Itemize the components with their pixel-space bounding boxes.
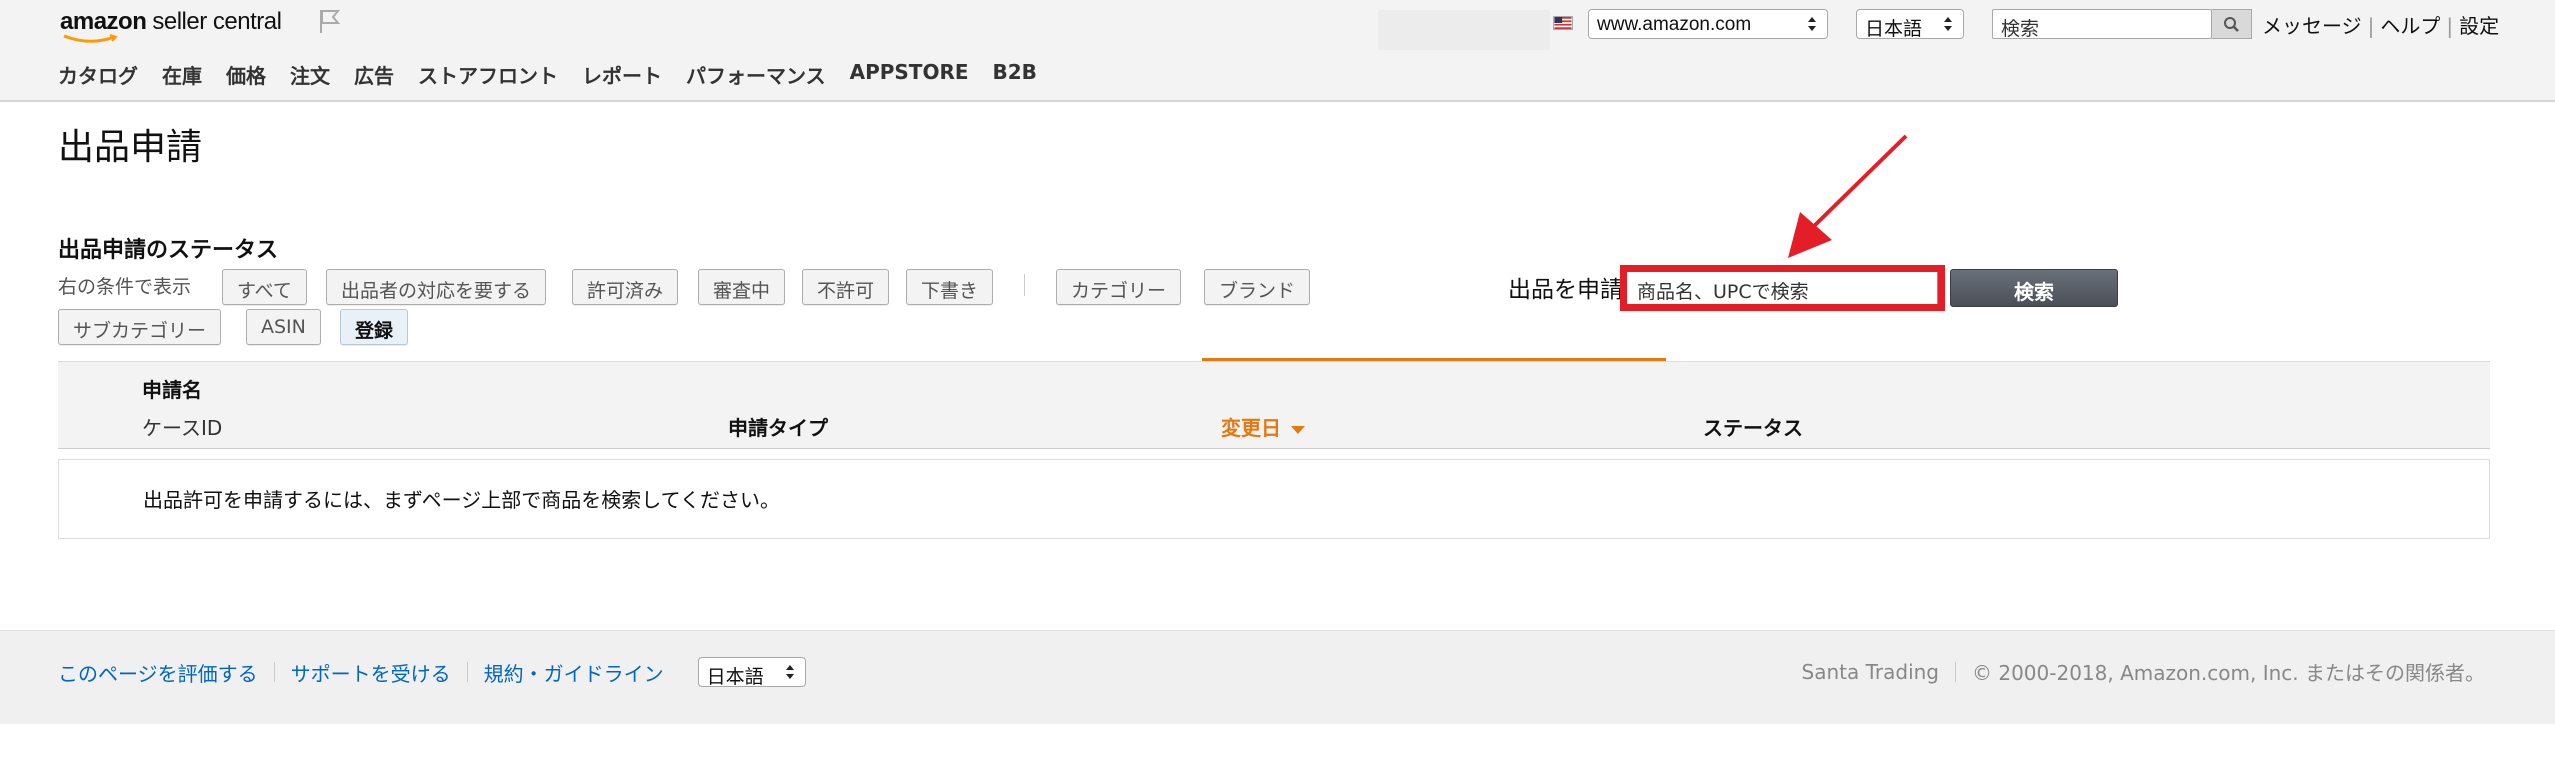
logo-amazon-text: amazon — [60, 8, 147, 35]
header-search-input[interactable]: 検索 — [1992, 9, 2212, 40]
language-value: 日本語 — [1865, 19, 1923, 40]
footer-link-rate-page[interactable]: このページを評価する — [58, 658, 258, 687]
filter-label: 右の条件で表示 — [58, 276, 192, 298]
footer-separator — [273, 662, 275, 682]
settings-link[interactable]: 設定 — [2459, 14, 2499, 38]
nav-item-orders[interactable]: 注文 — [290, 60, 330, 89]
nav-item-pricing[interactable]: 価格 — [226, 60, 266, 89]
status-section-title: 出品申請のステータス — [58, 238, 279, 263]
select-arrows-icon — [785, 665, 794, 679]
filter-draft-button[interactable]: 下書き — [906, 269, 994, 305]
nav-item-storefront[interactable]: ストアフロント — [418, 60, 558, 89]
footer: このページを評価する サポートを受ける 規約・ガイドライン 日本語 Santa … — [0, 630, 2555, 724]
empty-table-message: 出品許可を申請するには、まずページ上部で商品を検索してください。 — [143, 488, 780, 512]
nav-item-reports[interactable]: レポート — [582, 60, 662, 89]
footer-language-value: 日本語 — [706, 667, 764, 688]
column-header-modified-date[interactable]: 変更日 — [1221, 412, 1305, 441]
column-header-request-type[interactable]: 申請タイプ — [728, 412, 828, 441]
sort-caret-down-icon — [1291, 425, 1305, 434]
footer-link-policies[interactable]: 規約・ガイドライン — [484, 658, 664, 687]
help-link[interactable]: ヘルプ — [2380, 14, 2440, 38]
column-header-request-name[interactable]: 申請名 — [142, 374, 202, 403]
us-flag-icon — [1553, 16, 1573, 30]
flag-icon[interactable] — [318, 8, 340, 34]
marketplace-value: www.amazon.com — [1597, 14, 1752, 35]
filter-subcategory-button[interactable]: サブカテゴリー — [58, 309, 222, 345]
footer-right: Santa Trading © 2000-2018, Amazon.com, I… — [1802, 657, 2485, 686]
footer-links: このページを評価する サポートを受ける 規約・ガイドライン 日本語 — [58, 657, 806, 688]
header: amazon seller central www.amazon.com 日本語… — [0, 0, 2555, 102]
filter-brand-button[interactable]: ブランド — [1204, 269, 1311, 305]
footer-separator — [466, 662, 468, 682]
header-search-placeholder: 検索 — [2001, 18, 2040, 40]
copyright-text: © 2000-2018, Amazon.com, Inc. またはその関係者。 — [1972, 661, 2485, 685]
amazon-smile-icon — [63, 34, 118, 43]
top-links: メッセージ | ヘルプ | 設定 — [2262, 10, 2499, 39]
apply-search-placeholder: 商品名、UPCで検索 — [1637, 281, 1809, 303]
seller-central-logo[interactable]: amazon seller central — [60, 8, 282, 44]
apply-search-input[interactable]: 商品名、UPCで検索 — [1624, 270, 1938, 306]
language-select[interactable]: 日本語 — [1856, 9, 1964, 40]
filter-under-review-button[interactable]: 審査中 — [698, 269, 786, 305]
filter-asin-button[interactable]: ASIN — [246, 309, 321, 345]
marketplace-select[interactable]: www.amazon.com — [1588, 9, 1828, 39]
select-arrows-icon — [1944, 17, 1952, 31]
modified-date-label: 変更日 — [1221, 416, 1281, 440]
apply-search-button[interactable]: 検索 — [1950, 269, 2118, 307]
main-nav: カタログ 在庫 価格 注文 広告 ストアフロント レポート パフォーマンス AP… — [58, 60, 1061, 89]
footer-language-select[interactable]: 日本語 — [697, 657, 806, 688]
column-header-status[interactable]: ステータス — [1703, 412, 1803, 441]
messages-link[interactable]: メッセージ — [2262, 14, 2362, 38]
footer-separator — [1955, 661, 1956, 682]
nav-item-inventory[interactable]: 在庫 — [162, 60, 202, 89]
store-name: Santa Trading — [1801, 659, 1939, 684]
search-icon — [2224, 17, 2239, 32]
table-body: 出品許可を申請するには、まずページ上部で商品を検索してください。 — [58, 459, 2490, 539]
table-header: 申請名 ケースID 申請タイプ 変更日 ステータス — [58, 361, 2490, 449]
top-link-separator: | — [2367, 14, 2375, 38]
filter-action-required-button[interactable]: 出品者の対応を要する — [326, 269, 547, 305]
page-title: 出品申請 — [58, 127, 203, 168]
nav-item-appstore[interactable]: APPSTORE — [850, 60, 969, 89]
filter-approved-button[interactable]: 許可済み — [572, 269, 679, 305]
filter-category-button[interactable]: カテゴリー — [1056, 269, 1182, 305]
header-placeholder — [1378, 10, 1550, 50]
header-search-button[interactable] — [2212, 9, 2252, 39]
nav-item-b2b[interactable]: B2B — [993, 60, 1037, 89]
select-arrows-icon — [1808, 17, 1816, 31]
filter-separator — [1024, 274, 1025, 296]
nav-item-performance[interactable]: パフォーマンス — [686, 60, 826, 89]
filter-all-button[interactable]: すべて — [222, 269, 307, 305]
footer-link-get-support[interactable]: サポートを受ける — [291, 658, 451, 687]
logo-seller-central-text: seller central — [152, 8, 282, 35]
apply-label: 出品を申請 — [1508, 277, 1623, 303]
filter-registered-button[interactable]: 登録 — [340, 309, 409, 345]
annotation-arrow-icon — [1788, 134, 1908, 258]
filter-denied-button[interactable]: 不許可 — [802, 269, 890, 305]
nav-item-advertising[interactable]: 広告 — [354, 60, 394, 89]
top-link-separator: | — [2446, 14, 2454, 38]
nav-item-catalog[interactable]: カタログ — [58, 60, 138, 89]
column-header-case-id[interactable]: ケースID — [142, 412, 222, 441]
